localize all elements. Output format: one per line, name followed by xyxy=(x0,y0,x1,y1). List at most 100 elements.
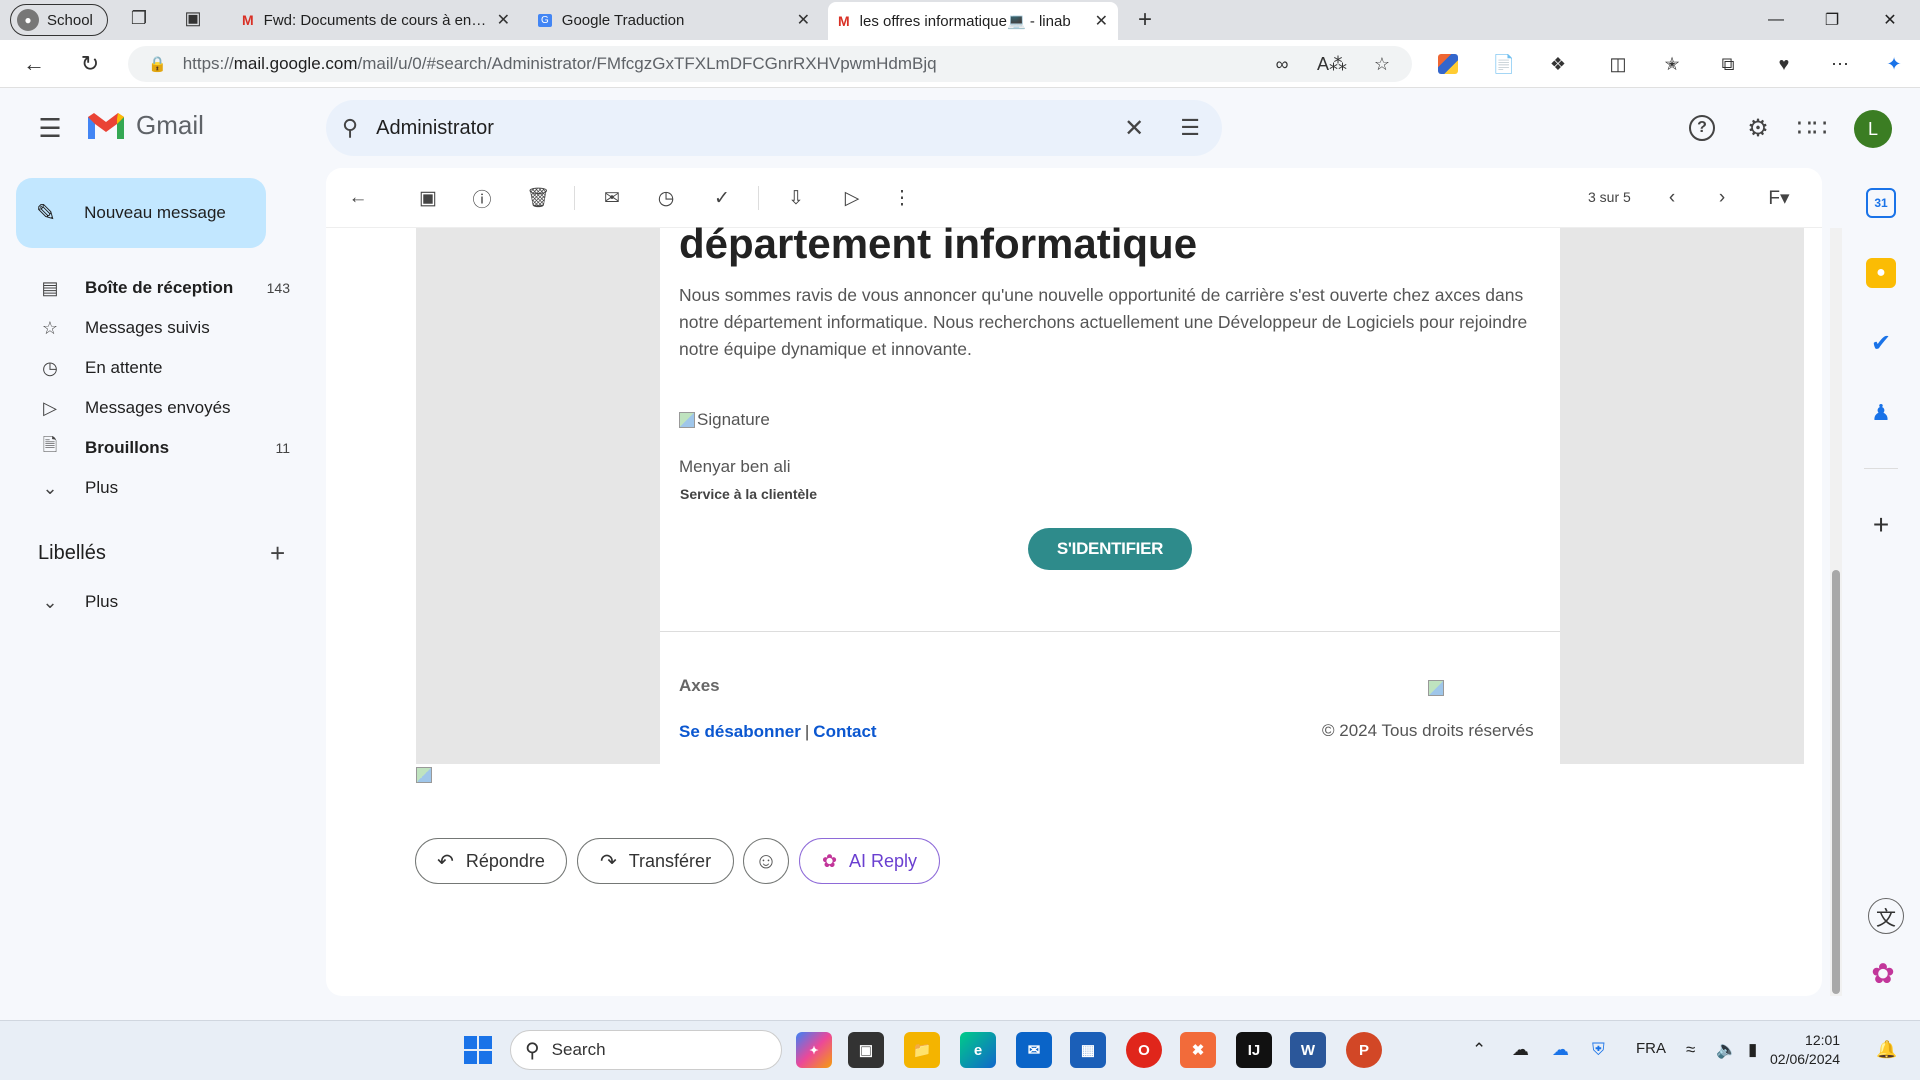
sidebar-item-inbox[interactable]: ▤ Boîte de réception 143 xyxy=(0,270,300,306)
more-options-icon[interactable]: ⋮ xyxy=(888,184,916,212)
opera-browser-icon[interactable]: O xyxy=(1126,1032,1162,1068)
back-to-list-icon[interactable]: ← xyxy=(344,184,372,212)
file-explorer-icon[interactable]: 📁 xyxy=(904,1032,940,1068)
wifi-icon[interactable]: ≈ xyxy=(1686,1040,1695,1060)
ai-reply-button[interactable]: ✿ AI Reply xyxy=(799,838,940,884)
favorites-icon[interactable]: ✭ xyxy=(1660,52,1684,76)
address-bar[interactable]: 🔒 https://mail.google.com/mail/u/0/#sear… xyxy=(128,46,1412,82)
read-aloud-icon[interactable]: A⁂ xyxy=(1317,52,1347,76)
settings-gear-icon[interactable]: ⚙ xyxy=(1742,112,1774,144)
minimize-icon[interactable]: — xyxy=(1748,0,1804,40)
tracking-prevention-icon[interactable]: ∞ xyxy=(1270,52,1294,76)
close-tab-icon[interactable]: ✕ xyxy=(1095,11,1108,31)
edge-browser-icon[interactable]: e xyxy=(960,1032,996,1068)
report-spam-icon[interactable]: ⓘ xyxy=(468,184,496,212)
onedrive-icon[interactable]: ☁ xyxy=(1512,1040,1529,1060)
system-clock[interactable]: 12:01 02/06/2024 xyxy=(1770,1031,1840,1069)
microsoft-store-icon[interactable]: ▦ xyxy=(1070,1032,1106,1068)
more-menu-icon[interactable]: ⋯ xyxy=(1828,52,1852,76)
delete-icon[interactable]: 🗑 xyxy=(524,184,552,212)
split-screen-icon[interactable]: ◫ xyxy=(1606,52,1630,76)
archive-icon[interactable]: ▣ xyxy=(414,184,442,212)
calendar-icon[interactable]: 31 xyxy=(1866,188,1896,218)
workspaces-icon[interactable]: ❐ xyxy=(126,8,152,34)
support-icon[interactable]: ? xyxy=(1686,112,1718,144)
copilot-icon[interactable]: ✦ xyxy=(1882,52,1906,76)
reload-icon[interactable]: ↻ xyxy=(76,50,104,78)
emoji-reaction-button[interactable]: ☺ xyxy=(743,838,789,884)
show-hidden-icons-chevron[interactable]: ⌃ xyxy=(1472,1040,1486,1060)
next-message-icon[interactable]: › xyxy=(1708,184,1736,212)
tab-fwd-documents[interactable]: M Fwd: Documents de cours à envo ✕ xyxy=(232,4,520,36)
input-tools-icon[interactable]: F▾ xyxy=(1756,184,1802,212)
mail-app-icon[interactable]: ✉ xyxy=(1016,1032,1052,1068)
create-label-icon[interactable]: + xyxy=(270,538,285,569)
message-scrollbar-thumb[interactable] xyxy=(1832,570,1840,994)
intellij-idea-icon[interactable]: IJ xyxy=(1236,1032,1272,1068)
extensions-puzzle-icon[interactable]: ❖ xyxy=(1546,52,1570,76)
contact-link[interactable]: Contact xyxy=(813,722,876,741)
ai-assistant-icon[interactable]: ✿ xyxy=(1868,958,1898,989)
browser-profile-button[interactable]: ● School xyxy=(10,4,108,36)
close-tab-icon[interactable]: ✕ xyxy=(497,10,510,30)
mark-unread-icon[interactable]: ✉ xyxy=(598,184,626,212)
login-button[interactable]: S'IDENTIFIER xyxy=(1028,528,1192,570)
clock-time: 12:01 xyxy=(1805,1032,1841,1048)
get-addons-icon[interactable]: + xyxy=(1866,509,1896,540)
move-to-icon[interactable]: ⇩ xyxy=(782,184,810,212)
extension-page-icon[interactable]: 📄 xyxy=(1492,52,1516,76)
taskbar-search[interactable]: ⚲ Search xyxy=(510,1030,782,1070)
search-options-icon[interactable]: ☰ xyxy=(1180,115,1200,141)
mail-search-bar[interactable]: ⚲ Administrator ✕ ☰ xyxy=(326,100,1222,156)
volume-icon[interactable]: 🔈 xyxy=(1716,1040,1737,1060)
reply-button[interactable]: ↶ Répondre xyxy=(415,838,567,884)
sidebar-item-snoozed[interactable]: ◷ En attente xyxy=(0,350,300,386)
snooze-icon[interactable]: ◷ xyxy=(652,184,680,212)
sidebar-item-more[interactable]: ⌄ Plus xyxy=(0,470,300,506)
account-avatar[interactable]: L xyxy=(1854,110,1892,148)
forward-button[interactable]: ↷ Transférer xyxy=(577,838,734,884)
new-tab-icon[interactable]: + xyxy=(1138,6,1152,34)
previous-message-icon[interactable]: ‹ xyxy=(1658,184,1686,212)
gmail-logo[interactable]: Gmail xyxy=(86,110,204,141)
word-icon[interactable]: W xyxy=(1290,1032,1326,1068)
security-shield-icon[interactable]: ⛨ xyxy=(1592,1040,1605,1060)
powerpoint-icon[interactable]: P xyxy=(1346,1032,1382,1068)
favorite-star-icon[interactable]: ☆ xyxy=(1370,52,1394,76)
label-icon[interactable]: ▷ xyxy=(838,184,866,212)
search-input[interactable]: Administrator xyxy=(376,117,1124,140)
sidebar-item-sent[interactable]: ▷ Messages envoyés xyxy=(0,390,300,426)
battery-icon[interactable]: ▮ xyxy=(1748,1040,1757,1060)
sidebar-item-starred[interactable]: ☆ Messages suivis xyxy=(0,310,300,346)
maximize-icon[interactable]: ❐ xyxy=(1804,0,1860,40)
notifications-bell-icon[interactable]: 🔔 xyxy=(1876,1040,1897,1060)
tab-google-traduction[interactable]: G Google Traduction ✕ xyxy=(528,4,820,36)
tab-actions-icon[interactable]: ▣ xyxy=(180,8,206,34)
clear-search-icon[interactable]: ✕ xyxy=(1124,114,1144,143)
compose-button[interactable]: ✎ Nouveau message xyxy=(16,178,266,248)
extension-colorful-icon[interactable] xyxy=(1436,52,1460,76)
contacts-icon[interactable]: ♟ xyxy=(1866,398,1896,428)
google-apps-icon[interactable]: ∷∷ xyxy=(1796,112,1828,144)
close-window-icon[interactable]: ✕ xyxy=(1862,0,1918,40)
keep-icon[interactable]: ● xyxy=(1866,258,1896,288)
tab-offres-informatique[interactable]: M les offres informatique💻 - linab ✕ xyxy=(828,2,1118,40)
labels-more[interactable]: ⌄ Plus xyxy=(0,584,300,620)
windows-start-icon[interactable] xyxy=(460,1032,496,1068)
search-icon[interactable]: ⚲ xyxy=(342,115,358,141)
copilot-preview-icon[interactable]: ✦ xyxy=(796,1032,832,1068)
sidebar-item-drafts[interactable]: 🗎 Brouillons 11 xyxy=(0,430,300,466)
xampp-icon[interactable]: ✖ xyxy=(1180,1032,1216,1068)
close-tab-icon[interactable]: ✕ xyxy=(797,10,810,30)
add-to-tasks-icon[interactable]: ✓ xyxy=(708,184,736,212)
tasks-icon[interactable]: ✔ xyxy=(1866,328,1896,358)
browser-essentials-icon[interactable]: ♥ xyxy=(1772,52,1796,76)
onedrive-blue-icon[interactable]: ☁ xyxy=(1552,1040,1569,1060)
back-icon[interactable]: ← xyxy=(20,50,48,78)
collections-icon[interactable]: ⧉ xyxy=(1716,52,1740,76)
main-menu-icon[interactable]: ☰ xyxy=(36,114,64,142)
input-language-indicator[interactable]: FRA xyxy=(1636,1040,1666,1057)
unsubscribe-link[interactable]: Se désabonner xyxy=(679,722,801,741)
task-view-icon[interactable]: ▣ xyxy=(848,1032,884,1068)
translate-side-icon[interactable]: 文 xyxy=(1868,898,1904,934)
